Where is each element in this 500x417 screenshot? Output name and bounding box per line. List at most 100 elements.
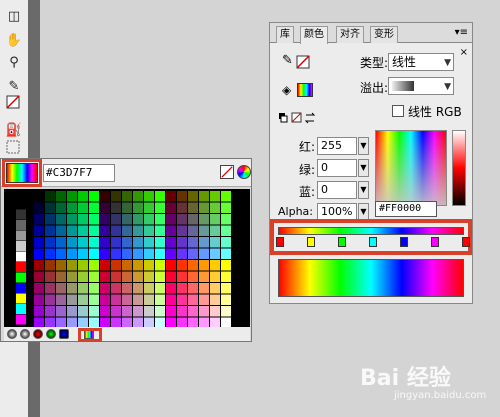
swatch-cell[interactable] — [78, 283, 88, 294]
swatch-cell[interactable] — [177, 248, 187, 260]
swatch-cell[interactable] — [56, 191, 66, 202]
swatch-cell[interactable] — [144, 294, 154, 306]
swatch-cell[interactable] — [78, 237, 88, 248]
swatch-cell[interactable] — [78, 248, 88, 260]
swatch-cell[interactable] — [56, 294, 66, 306]
swatch-cell[interactable] — [111, 202, 121, 214]
swatch-cell[interactable] — [177, 191, 187, 202]
swatch-cell[interactable] — [111, 271, 121, 283]
swatch-cell[interactable] — [155, 306, 165, 317]
swatch-cell[interactable] — [34, 214, 44, 225]
swatch-cell[interactable] — [34, 294, 44, 306]
swatch-cell[interactable] — [155, 237, 165, 248]
swap-colors-icons[interactable] — [278, 111, 318, 125]
swatch-cell[interactable] — [56, 283, 66, 294]
swatch-cell[interactable] — [221, 294, 231, 306]
swatch-cell[interactable] — [122, 260, 132, 271]
swatch-ramp-cell[interactable] — [16, 272, 26, 283]
fill-color-swatch[interactable] — [3, 138, 25, 158]
swatch-cell[interactable] — [199, 225, 209, 237]
swatch-cell[interactable] — [100, 202, 110, 214]
swatch-cell[interactable] — [199, 248, 209, 260]
swatch-cell[interactable] — [100, 260, 110, 271]
fill-bucket-icon[interactable]: ◈ — [282, 83, 291, 97]
swatch-cell[interactable] — [221, 237, 231, 248]
swatch-cell[interactable] — [45, 202, 55, 214]
swatch-cell[interactable] — [56, 248, 66, 260]
swatch-cell[interactable] — [177, 294, 187, 306]
swatch-cell[interactable] — [89, 260, 99, 271]
swatch-cell[interactable] — [45, 283, 55, 294]
swatch-cell[interactable] — [199, 214, 209, 225]
swatch-cell[interactable] — [210, 237, 220, 248]
swatch-cell[interactable] — [177, 237, 187, 248]
swatch-cell[interactable] — [133, 248, 143, 260]
color-spectrum[interactable] — [375, 130, 447, 206]
gradient-stop[interactable] — [307, 237, 315, 247]
swatch-cell[interactable] — [111, 191, 121, 202]
swatch-cell[interactable] — [67, 248, 77, 260]
swatch-cell[interactable] — [221, 260, 231, 271]
swatch-cell[interactable] — [166, 271, 176, 283]
swatch-cell[interactable] — [100, 214, 110, 225]
swatch-cell[interactable] — [122, 294, 132, 306]
swatch-cell[interactable] — [111, 283, 121, 294]
swatch-cell[interactable] — [78, 260, 88, 271]
tab-color[interactable]: 颜色 — [300, 26, 328, 44]
panel-close-icon[interactable]: × — [460, 47, 468, 58]
stroke-color-icon[interactable] — [296, 55, 310, 69]
swatch-cell[interactable] — [133, 214, 143, 225]
swatch-cell[interactable] — [166, 283, 176, 294]
swatch-cell[interactable] — [89, 294, 99, 306]
swatch-cell[interactable] — [67, 202, 77, 214]
swatch-cell[interactable] — [45, 306, 55, 317]
swatch-cell[interactable] — [155, 225, 165, 237]
swatch-cell[interactable] — [34, 248, 44, 260]
swatch-cell[interactable] — [210, 248, 220, 260]
swatch-cell[interactable] — [188, 271, 198, 283]
swatch-ramp-cell[interactable] — [16, 293, 26, 304]
swatch-cell[interactable] — [133, 294, 143, 306]
swatch-cell[interactable] — [133, 306, 143, 317]
swatch-cell[interactable] — [133, 271, 143, 283]
swatch-cell[interactable] — [177, 260, 187, 271]
swatch-cell[interactable] — [221, 283, 231, 294]
swatch-cell[interactable] — [221, 214, 231, 225]
swatch-cell[interactable] — [34, 306, 44, 317]
swatch-cell[interactable] — [89, 306, 99, 317]
swatch-cell[interactable] — [210, 283, 220, 294]
swatch-cell[interactable] — [122, 214, 132, 225]
zoom-tool[interactable]: ⚲ — [3, 52, 25, 72]
green-input[interactable]: 0 — [317, 159, 357, 177]
swatch-cell[interactable] — [210, 260, 220, 271]
fill-color-tool[interactable]: ⛽ — [3, 120, 25, 140]
swatch-cell[interactable] — [67, 306, 77, 317]
gradient-swatch-blue[interactable] — [59, 329, 69, 339]
swatch-cell[interactable] — [45, 248, 55, 260]
swatch-cell[interactable] — [45, 214, 55, 225]
swatch-cell[interactable] — [188, 283, 198, 294]
swatch-cell[interactable] — [133, 191, 143, 202]
swatch-cell[interactable] — [78, 271, 88, 283]
swatch-cell[interactable] — [67, 225, 77, 237]
swatch-cell[interactable] — [67, 237, 77, 248]
swatch-cell[interactable] — [133, 260, 143, 271]
swatch-cell[interactable] — [111, 237, 121, 248]
fill-color-icon[interactable] — [297, 83, 313, 97]
swatch-cell[interactable] — [45, 271, 55, 283]
swatch-cell[interactable] — [89, 202, 99, 214]
swatch-cell[interactable] — [199, 306, 209, 317]
swatch-cell[interactable] — [155, 202, 165, 214]
swatch-cell[interactable] — [133, 202, 143, 214]
swatch-cell[interactable] — [122, 248, 132, 260]
gradient-bar[interactable] — [278, 227, 464, 235]
swatch-cell[interactable] — [133, 237, 143, 248]
swatch-cell[interactable] — [122, 191, 132, 202]
swatch-cell[interactable] — [56, 237, 66, 248]
swatch-ramp-cell[interactable] — [16, 199, 26, 209]
swatch-cell[interactable] — [56, 202, 66, 214]
swatch-cell[interactable] — [144, 202, 154, 214]
stroke-pencil-icon[interactable]: ✎ — [282, 53, 293, 68]
swatch-cell[interactable] — [199, 191, 209, 202]
overflow-select[interactable]: ▼ — [388, 77, 454, 95]
